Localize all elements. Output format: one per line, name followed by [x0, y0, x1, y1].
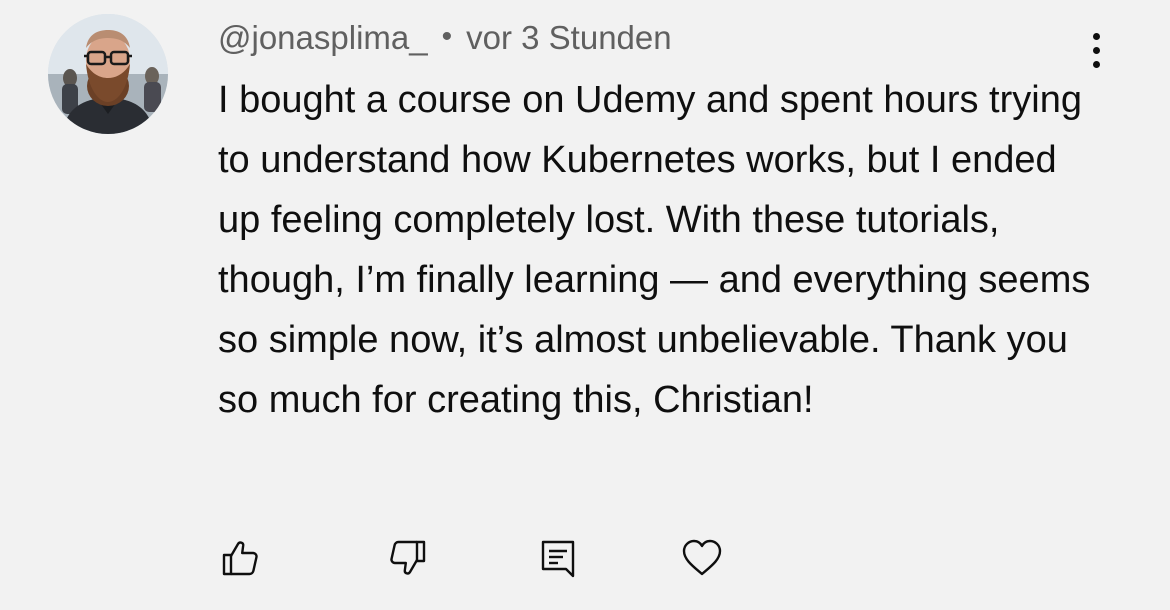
- menu-dot: [1092, 46, 1100, 54]
- user-avatar-photo-icon: [48, 14, 168, 134]
- menu-dot: [1092, 60, 1100, 68]
- comment-timestamp[interactable]: vor 3 Stunden: [466, 19, 671, 57]
- dislike-button[interactable]: [384, 534, 432, 582]
- comment-actions: [0, 530, 1170, 586]
- comment-header: @jonasplima_ • vor 3 Stunden: [218, 18, 672, 58]
- comment-text: I bought a course on Udemy and spent hou…: [218, 79, 1091, 421]
- reply-button[interactable]: [534, 534, 582, 582]
- meta-separator: •: [441, 20, 453, 53]
- menu-dot: [1092, 32, 1100, 40]
- avatar[interactable]: [48, 14, 168, 134]
- comment-card: @jonasplima_ • vor 3 Stunden I bought a …: [0, 0, 1170, 610]
- more-vertical-icon[interactable]: [1076, 28, 1116, 72]
- comment-icon: [541, 540, 575, 578]
- thumbs-up-icon: [222, 541, 258, 576]
- thumbs-down-icon: [390, 540, 426, 575]
- heart-icon: [682, 539, 722, 576]
- like-button[interactable]: [216, 534, 264, 582]
- heart-button[interactable]: [678, 534, 726, 582]
- author-name[interactable]: @jonasplima_: [218, 19, 428, 57]
